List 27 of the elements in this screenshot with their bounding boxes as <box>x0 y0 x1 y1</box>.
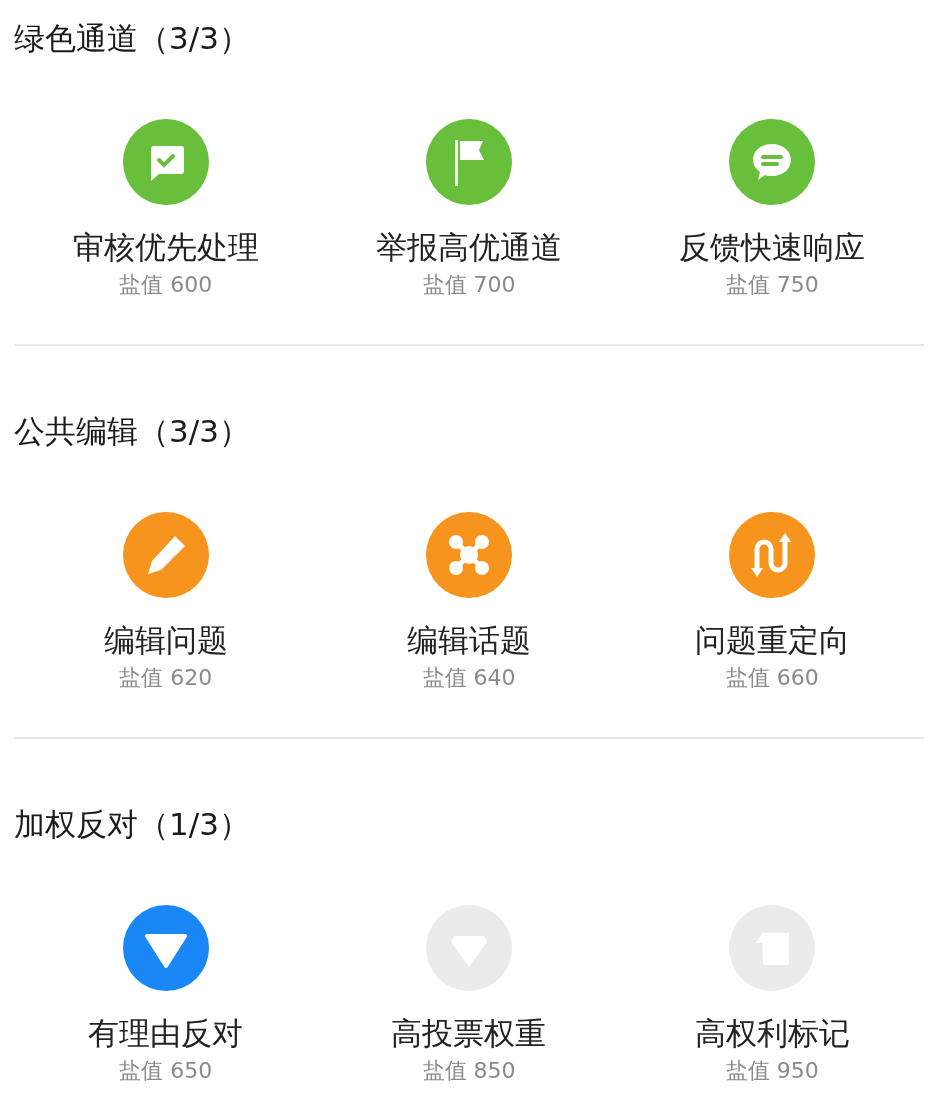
privilege-label: 审核优先处理 <box>72 228 259 267</box>
privilege-label: 高投票权重 <box>391 1014 547 1053</box>
privilege-label: 高权利标记 <box>694 1014 850 1053</box>
section-title: 绿色通道（3/3） <box>14 19 251 58</box>
privilege-label: 举报高优通道 <box>376 228 562 267</box>
nodes-icon[interactable] <box>426 512 512 598</box>
cost-text: 盐值 950 <box>725 1057 819 1085</box>
cost-text: 盐值 850 <box>422 1057 516 1085</box>
section-title: 加权反对（1/3） <box>14 805 251 844</box>
privilege-label: 问题重定向 <box>694 621 850 660</box>
arrows-icon[interactable] <box>729 512 816 598</box>
flag-icon[interactable] <box>426 119 512 205</box>
pencil-icon[interactable] <box>122 512 209 598</box>
cost-text: 盐值 640 <box>422 664 516 692</box>
cost-text: 盐值 600 <box>119 271 213 299</box>
chat-icon[interactable] <box>729 119 816 205</box>
chat-check-icon[interactable] <box>122 119 209 205</box>
privilege-label: 编辑问题 <box>103 621 228 660</box>
cost-text: 盐值 750 <box>725 271 819 299</box>
cost-text: 盐值 660 <box>725 664 819 692</box>
privilege-label: 编辑话题 <box>407 621 531 660</box>
privilege-label: 反馈快速响应 <box>679 228 866 267</box>
cost-text: 盐值 700 <box>422 271 516 299</box>
section-title: 公共编辑（3/3） <box>14 412 251 451</box>
privilege-label: 有理由反对 <box>88 1014 244 1053</box>
cost-text: 盐值 620 <box>119 664 213 692</box>
cost-text: 盐值 650 <box>119 1057 213 1085</box>
